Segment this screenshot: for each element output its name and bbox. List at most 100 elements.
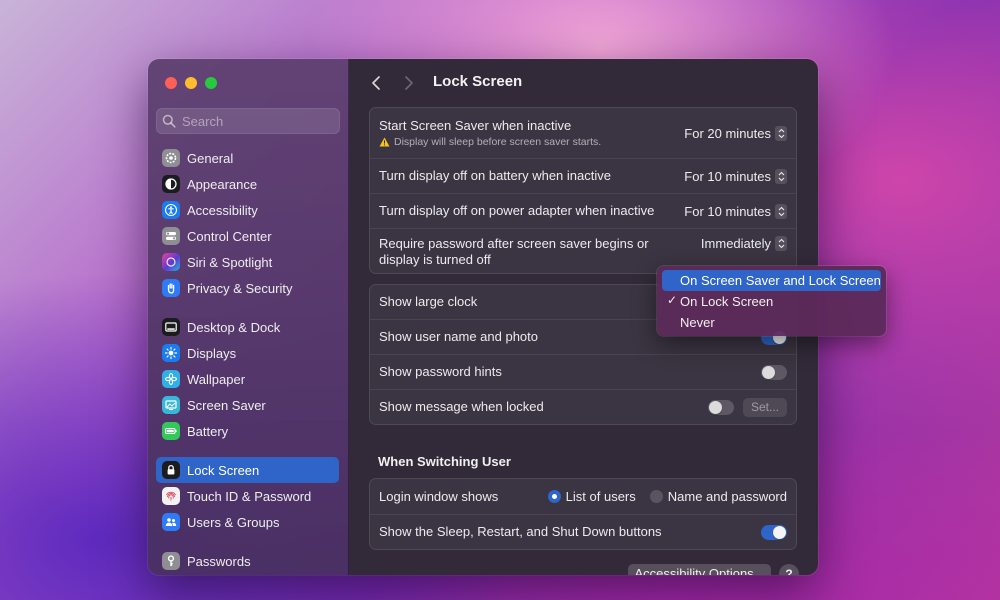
gear-icon	[162, 149, 180, 167]
search-input[interactable]	[182, 113, 332, 129]
menu-item-screen-saver-and-lock[interactable]: On Screen Saver and Lock Screen	[662, 270, 881, 291]
sidebar-item-label: Battery	[187, 423, 229, 439]
sidebar-item-label: Screen Saver	[187, 397, 266, 413]
sidebar-item-users-groups[interactable]: Users & Groups	[156, 509, 339, 535]
sidebar-divider	[156, 444, 339, 457]
row-label: Require password after screen saver begi…	[379, 236, 649, 268]
message-controls: Set...	[708, 397, 787, 417]
sidebar-item-appearance[interactable]: Appearance	[156, 171, 339, 197]
show-message-row: Show message when locked Set...	[370, 389, 796, 424]
chevron-left-icon	[372, 76, 380, 90]
row-label: Show user name and photo	[379, 329, 538, 344]
radio-label: List of users	[565, 489, 636, 504]
message-toggle[interactable]	[708, 399, 734, 415]
window-controls	[165, 77, 217, 89]
sidebar-divider	[156, 535, 339, 548]
dock-icon	[162, 318, 180, 336]
menu-item-never[interactable]: Never	[662, 312, 881, 333]
siri-icon	[162, 253, 180, 271]
row-sublabel: Display will sleep before screen saver s…	[379, 136, 601, 148]
sidebar-item-label: Appearance	[187, 176, 258, 192]
sidebar-item-label: Wallpaper	[187, 371, 246, 387]
sidebar-item-label: Passwords	[187, 553, 251, 569]
set-message-button[interactable]: Set...	[743, 397, 787, 417]
menu-item-label: On Lock Screen	[680, 294, 774, 309]
accessibility-options-button[interactable]: Accessibility Options...	[628, 564, 771, 575]
sidebar-item-label: Accessibility	[187, 202, 258, 218]
sidebar-item-passwords[interactable]: Passwords	[156, 548, 339, 574]
checkmark-icon: ✓	[667, 293, 678, 307]
sidebar-item-label: Control Center	[187, 228, 272, 244]
radio-name-and-password[interactable]: Name and password	[649, 489, 787, 504]
sidebar-item-label: Privacy & Security	[187, 280, 293, 296]
battery-timeout-popup[interactable]: For 10 minutes	[684, 168, 787, 184]
minimize-button[interactable]	[185, 77, 197, 89]
sidebar-item-accessibility[interactable]: Accessibility	[156, 197, 339, 223]
row-label: Show message when locked	[379, 399, 544, 414]
toolbar: Lock Screen	[349, 59, 818, 107]
sun-icon	[162, 344, 180, 362]
require-password-popup[interactable]: Immediately	[701, 236, 787, 251]
up-down-icon	[775, 203, 787, 219]
password-hints-toggle[interactable]	[761, 364, 787, 380]
screen-saver-settings-group: Start Screen Saver when inactive Display…	[369, 107, 797, 274]
fingerprint-icon	[162, 487, 180, 505]
sidebar-item-label: General	[187, 150, 234, 166]
row-label: Login window shows	[379, 488, 499, 504]
warning-icon	[379, 137, 390, 147]
sidebar-item-desktop-dock[interactable]: Desktop & Dock	[156, 314, 339, 340]
sidebar-item-general[interactable]: General	[156, 145, 339, 171]
flower-icon	[162, 370, 180, 388]
screen-saver-popup[interactable]: For 20 minutes	[684, 125, 787, 141]
appearance-icon	[162, 175, 180, 193]
zoom-button[interactable]	[205, 77, 217, 89]
sidebar-item-touch-id[interactable]: Touch ID & Password	[156, 483, 339, 509]
sidebar-item-displays[interactable]: Displays	[156, 340, 339, 366]
back-button[interactable]	[366, 73, 386, 93]
help-button[interactable]: ?	[779, 564, 799, 575]
row-label: Show large clock	[379, 294, 478, 309]
sidebar: General Appearance Accessibility Control…	[148, 59, 349, 575]
row-label: Show the Sleep, Restart, and Shut Down b…	[379, 524, 662, 539]
radio-list-of-users[interactable]: List of users	[547, 489, 636, 504]
up-down-icon	[775, 168, 787, 184]
popup-value: For 10 minutes	[684, 168, 771, 184]
sidebar-item-lock-screen[interactable]: Lock Screen	[156, 457, 339, 483]
lock-icon	[162, 461, 180, 479]
popup-value: For 10 minutes	[684, 203, 771, 219]
up-down-icon	[775, 125, 787, 141]
key-icon	[162, 552, 180, 570]
up-down-icon	[775, 236, 787, 251]
hand-icon	[162, 279, 180, 297]
close-button[interactable]	[165, 77, 177, 89]
sidebar-item-battery[interactable]: Battery	[156, 418, 339, 444]
sidebar-item-label: Desktop & Dock	[187, 319, 281, 335]
menu-item-lock-screen[interactable]: ✓ On Lock Screen	[662, 291, 881, 312]
display-off-adapter-row: Turn display off on power adapter when i…	[370, 193, 796, 228]
section-title: When Switching User	[378, 454, 511, 469]
sidebar-item-siri-spotlight[interactable]: Siri & Spotlight	[156, 249, 339, 275]
row-label: Turn display off on power adapter when i…	[379, 203, 655, 218]
sidebar-nav: General Appearance Accessibility Control…	[156, 145, 339, 574]
row-label: Start Screen Saver when inactive	[379, 118, 572, 133]
show-password-hints-row: Show password hints	[370, 354, 796, 389]
page-title: Lock Screen	[433, 73, 523, 90]
login-window-row: Login window shows List of users Name an…	[370, 479, 796, 514]
radio-selected-icon	[547, 490, 561, 503]
sidebar-item-control-center[interactable]: Control Center	[156, 223, 339, 249]
popup-value: Immediately	[700, 236, 771, 251]
search-field[interactable]	[156, 108, 340, 134]
sidebar-item-privacy-security[interactable]: Privacy & Security	[156, 275, 339, 301]
adapter-timeout-popup[interactable]: For 10 minutes	[684, 203, 787, 219]
forward-button[interactable]	[399, 73, 419, 93]
sidebar-item-label: Siri & Spotlight	[187, 254, 273, 270]
control-center-icon	[162, 227, 180, 245]
menu-item-label: Never	[680, 315, 715, 330]
login-window-options: List of users Name and password	[534, 489, 787, 504]
sleep-restart-row: Show the Sleep, Restart, and Shut Down b…	[370, 514, 796, 549]
sidebar-item-wallpaper[interactable]: Wallpaper	[156, 366, 339, 392]
sidebar-item-screen-saver[interactable]: Screen Saver	[156, 392, 339, 418]
sleep-restart-toggle[interactable]	[761, 524, 787, 540]
switching-user-group: Login window shows List of users Name an…	[369, 478, 797, 550]
sidebar-divider	[156, 301, 339, 314]
